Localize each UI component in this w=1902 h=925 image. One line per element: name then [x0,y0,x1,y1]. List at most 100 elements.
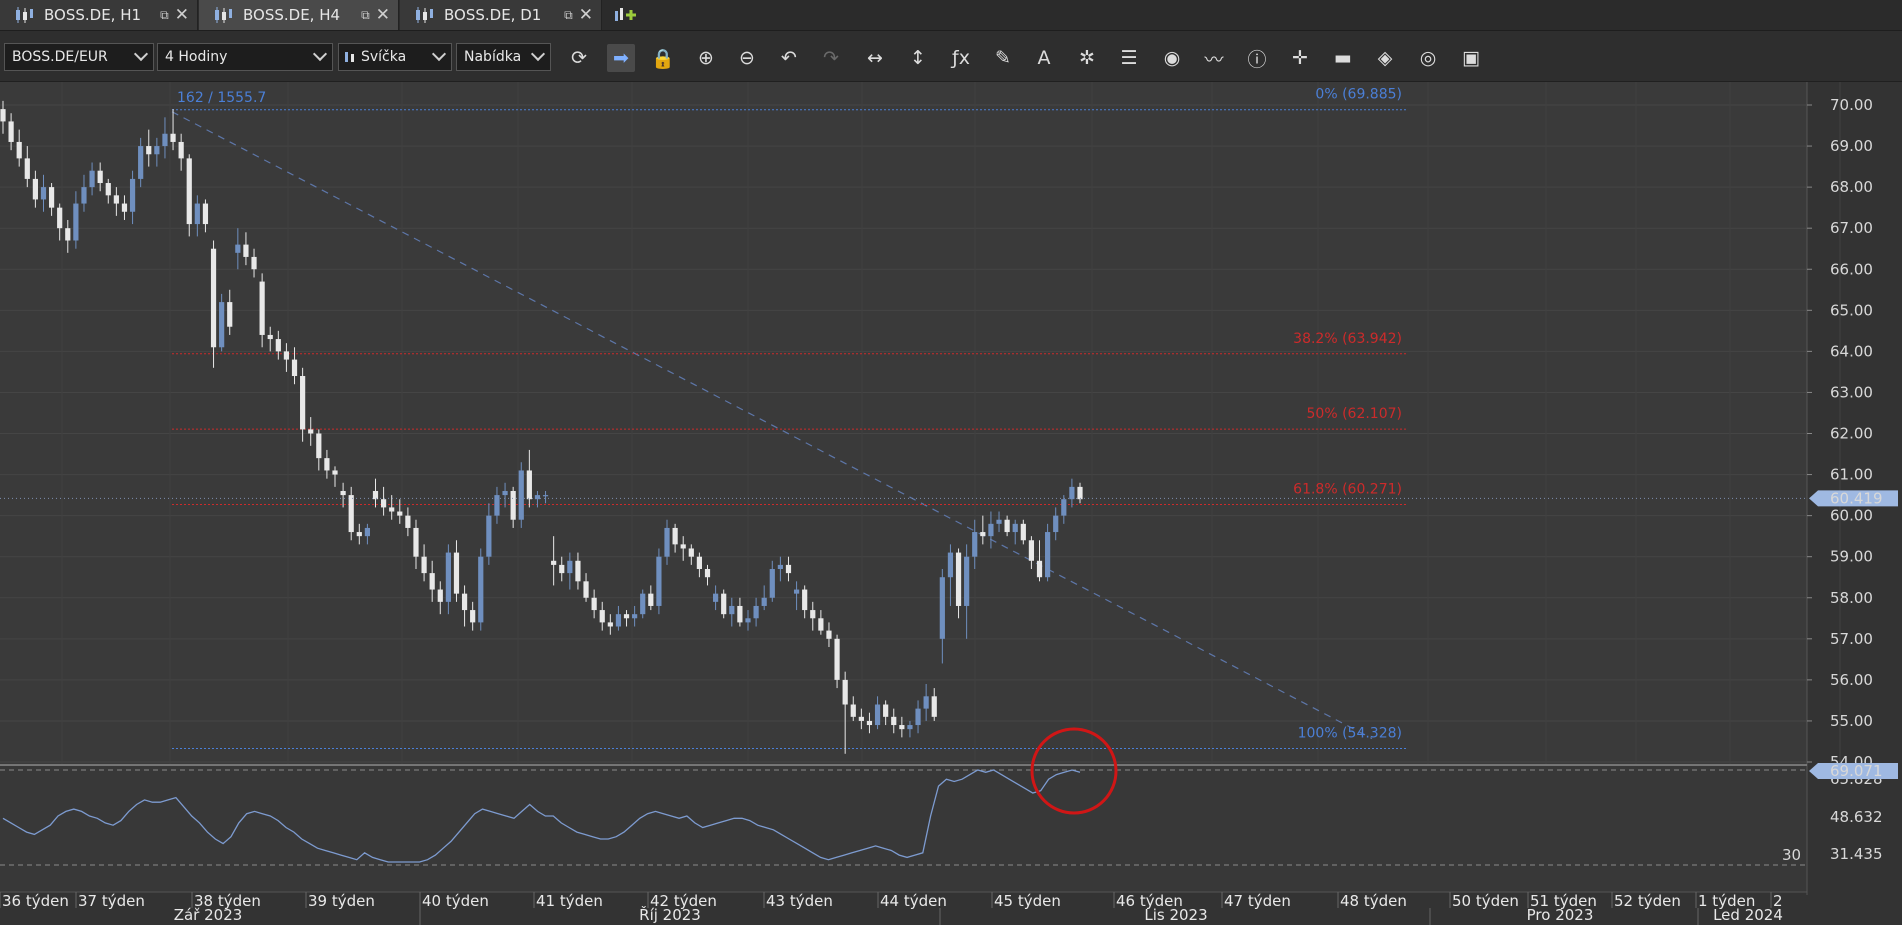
candle-body [283,351,290,360]
paint-bucket-icon[interactable]: ◈ [1371,44,1399,72]
info-icon[interactable]: ⓘ [1243,44,1271,72]
close-icon[interactable]: ✕ [175,5,189,25]
candle-body [413,527,419,557]
cursor-icon[interactable]: ✛ [1286,44,1314,72]
chart-type-select[interactable]: Svíčka [338,43,452,71]
candle-body [146,146,152,155]
period-select[interactable]: 4 Hodiny [157,43,333,71]
period-value: 4 Hodiny [165,49,228,65]
candle-body [688,548,694,557]
candle-body [729,605,735,615]
save-icon[interactable]: ▣ [1457,44,1485,72]
tab-boss-h4[interactable]: BOSS.DE, H4 ⧉ ✕ [199,0,399,30]
fib-level-label: 100% (54.328) [1298,726,1402,742]
y-tick-label: 59.00 [1830,548,1873,566]
instrument-select[interactable]: BOSS.DE/EUR [4,43,154,71]
popout-icon[interactable]: ⧉ [564,8,573,23]
candle-body [615,614,622,627]
chart-pattern-icon[interactable]: 〰 [1200,44,1228,72]
y-tick-label: 64.00 [1830,342,1873,360]
pencil-icon[interactable]: ✎ [989,44,1017,72]
candle-body [1045,532,1051,578]
candle-body [1036,560,1043,578]
candle-body [793,589,800,594]
month-label: Pro 2023 [1527,906,1594,924]
tab-boss-d1[interactable]: BOSS.DE, D1 ⧉ ✕ [400,0,602,30]
cycle-icon-glyph: ◎ [1419,47,1437,69]
x-tick-label: 41 týden [536,892,603,910]
add-chart-tab-icon[interactable] [612,3,638,27]
candle-body [866,720,873,726]
indicators-icon[interactable]: ƒx [947,44,975,72]
y-tick-label: 55.00 [1830,712,1873,730]
candle-body [421,556,427,574]
candle-body [65,228,71,241]
offer-side-select[interactable]: Nabídka [456,43,551,71]
popout-icon[interactable]: ⧉ [160,8,169,23]
lock-icon[interactable]: 🔒 [649,44,677,72]
candle-body [138,146,144,179]
candle-body [510,490,516,520]
candle-body [40,187,47,200]
candle-body [947,552,954,578]
pencil-icon-glyph: ✎ [995,47,1011,69]
candle-body [915,708,921,726]
candle-body [202,203,209,225]
y-tick-label: 58.00 [1830,589,1873,607]
candle-body [988,523,994,537]
zoom-out-icon[interactable]: ⊖ [733,44,761,72]
close-icon[interactable]: ✕ [376,5,390,25]
y-tick-label: 63.00 [1830,383,1873,401]
rsi-current-label: 69.071 [1830,762,1883,780]
candle-body [348,495,354,533]
horizontal-measure-icon[interactable]: ↔ [861,44,889,72]
offer-side-value: Nabídka [464,49,522,65]
tab-label: BOSS.DE, H1 [44,6,142,24]
vertical-measure-icon[interactable]: ↕ [904,44,932,72]
candle-body [170,133,176,142]
text-icon[interactable]: A [1030,44,1058,72]
candle-body [389,507,395,512]
candle-body [931,696,937,717]
color-bars-icon-glyph: ▬ [1334,47,1352,69]
candle-body [551,560,557,565]
zoom-in-icon[interactable]: ⊕ [692,44,720,72]
candle-body [89,170,95,188]
candlestick-icon [14,6,34,24]
candle-body [502,490,508,496]
month-label: Říj 2023 [639,905,701,924]
indicators-icon-glyph: ƒx [952,47,970,69]
refresh-icon[interactable]: ⟳ [565,44,593,72]
candle-body [445,552,451,602]
candle-body [907,725,913,730]
cycle-icon[interactable]: ◎ [1414,44,1442,72]
horizontal-measure-icon-glyph: ↔ [867,47,883,69]
undo-icon[interactable]: ↶ [775,44,803,72]
candle-body [777,564,783,570]
color-bars-icon[interactable]: ▬ [1329,44,1357,72]
candle-body [591,597,597,611]
candle-body [397,511,403,516]
candle-body [623,614,630,619]
y-tick-label: 57.00 [1830,630,1873,648]
candle-body [121,203,128,212]
y-tick-label: 62.00 [1830,425,1873,443]
main-plot-area [0,82,1807,764]
candle-body [1077,486,1083,500]
candle-body [534,495,541,500]
undo-icon-glyph: ↶ [781,47,797,69]
redo-icon[interactable]: ↷ [817,44,845,72]
candle-body [858,716,864,721]
eye-icon[interactable]: ◉ [1158,44,1186,72]
tab-boss-h1[interactable]: BOSS.DE, H1 ⧉ ✕ [0,0,198,30]
candle-body [235,244,241,253]
y-tick-label: 56.00 [1830,671,1873,689]
price-chart[interactable]: 162 / 1555.7 0% (69.885) 38.2% (63.942) 50%… [0,82,1902,925]
close-icon[interactable]: ✕ [579,5,593,25]
rsi-plot-area [0,765,1807,892]
crosshair-tools-icon[interactable]: ✲ [1073,44,1101,72]
x-tick-label: 36 týden [2,892,69,910]
popout-icon[interactable]: ⧉ [361,8,370,23]
shift-chart-icon[interactable]: ➡ [607,44,635,72]
layers-icon[interactable]: ☰ [1115,44,1143,72]
